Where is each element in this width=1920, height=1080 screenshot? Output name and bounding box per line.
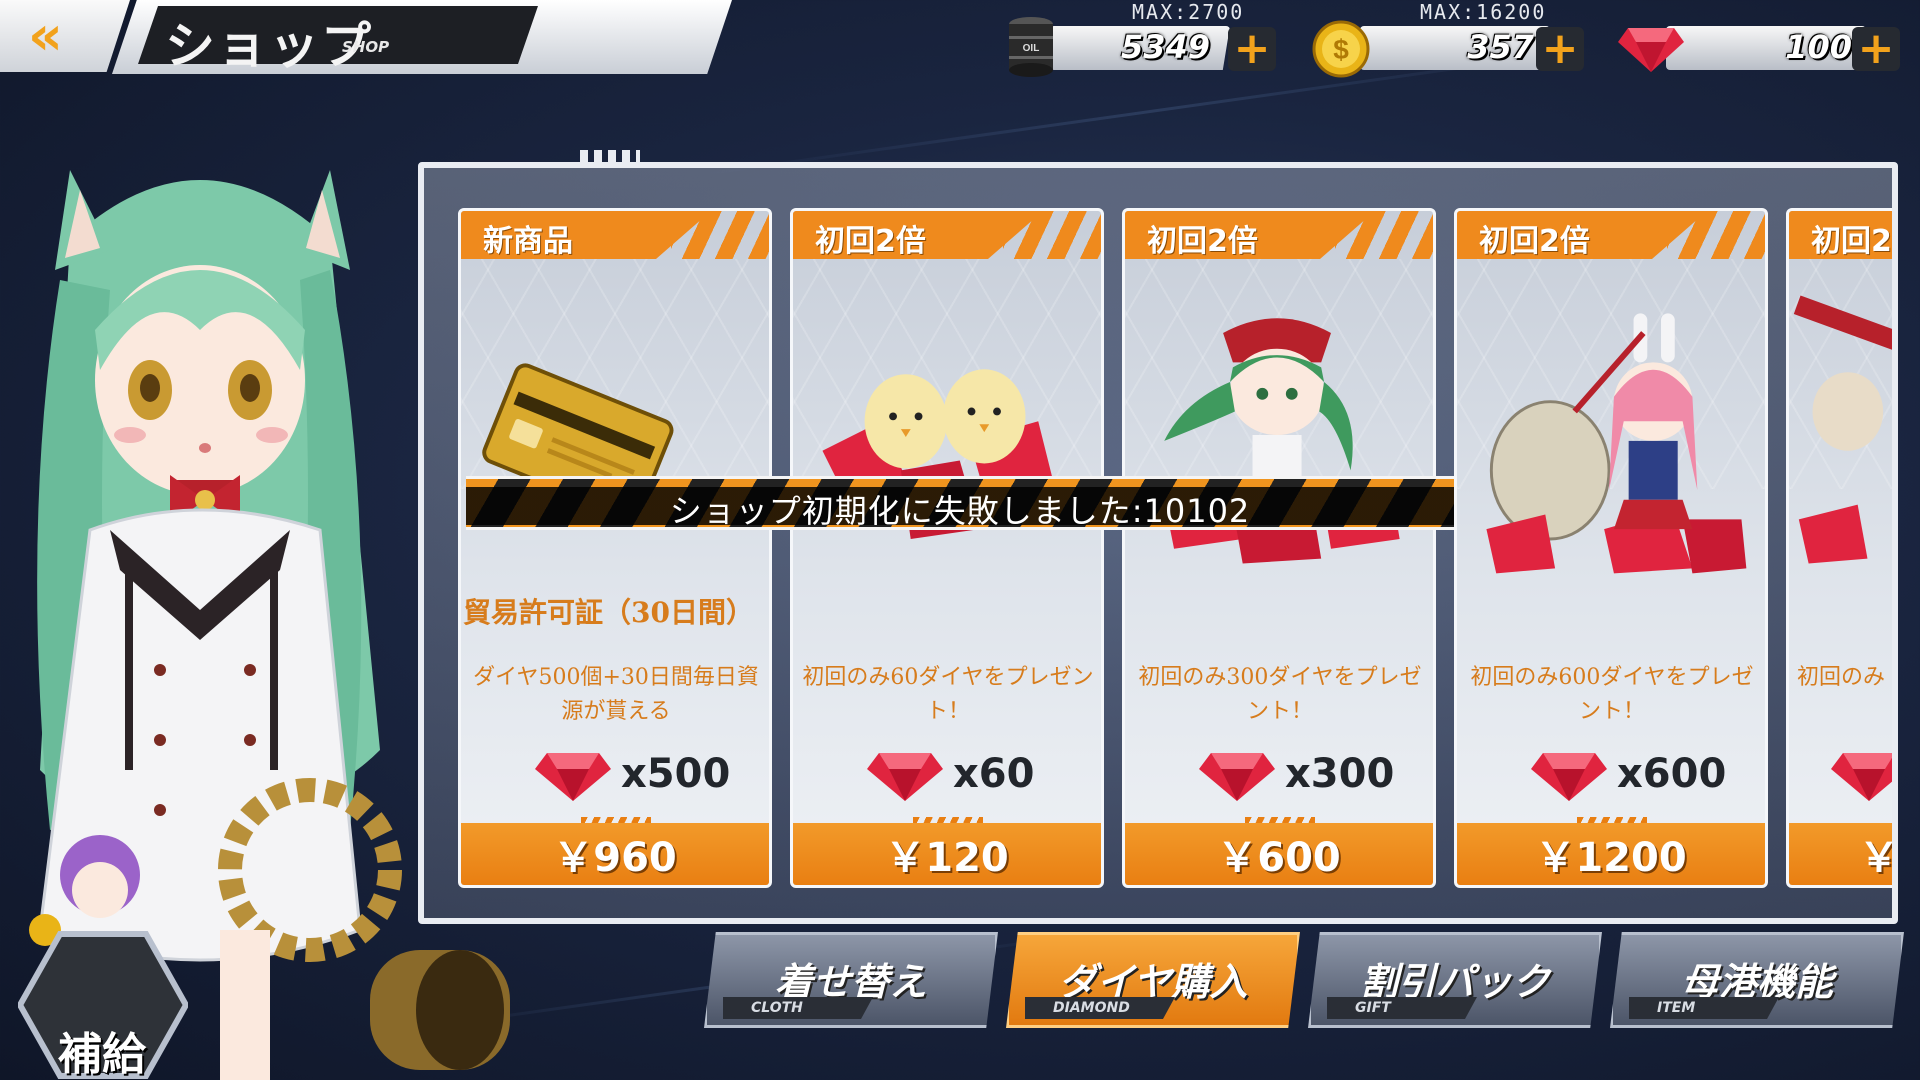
buy-price-button[interactable]: ￥1200 [1457, 823, 1765, 885]
tab-gift[interactable]: 割引パック GIFT [1308, 932, 1602, 1028]
shop-panel: 新商品 貿易許可証（30日間） ダイヤ500個+30日間毎日資源が貰える x50… [418, 162, 1898, 924]
card-description: 初回のみ600ダイヤをプレゼント！ [1470, 665, 1754, 724]
card-tag: 新商品 [483, 224, 573, 259]
error-toast-message: ショップ初期化に失敗しました:10102 [669, 492, 1251, 530]
card-description: 初回のみ60ダイヤをプレゼント！ [802, 665, 1094, 724]
card-tag-stripes [1667, 211, 1765, 259]
oil-barrel-icon: OIL [1009, 17, 1053, 77]
red-diamond-icon [1618, 28, 1684, 72]
product-card[interactable]: 新商品 貿易許可証（30日間） ダイヤ500個+30日間毎日資源が貰える x50… [458, 208, 772, 888]
card-description: 初回のみ300ダイヤをプレゼント！ [1138, 665, 1422, 724]
tab-sublabel: CLOTH [723, 997, 873, 1019]
buy-price-button[interactable]: ￥960 [461, 823, 769, 885]
supply-button[interactable]: 補給 [18, 930, 188, 1080]
diamond-value: 100 [1785, 28, 1852, 66]
back-button[interactable]: « [0, 0, 130, 72]
top-bar: « ショップ SHOP MAX:2700 5349 + OIL MAX:1620… [0, 0, 1920, 80]
card-tag-stripes [1003, 211, 1101, 259]
tab-sublabel: GIFT [1327, 997, 1477, 1019]
tab-cloth[interactable]: 着せ替え CLOTH [704, 932, 998, 1028]
tab-item[interactable]: 母港機能 ITEM [1610, 932, 1904, 1028]
error-toast: ショップ初期化に失敗しました:10102 [466, 476, 1454, 530]
double-chevron-left-icon: « [28, 4, 63, 67]
chibi-girl-diamonds-illustration [1164, 318, 1400, 564]
product-card[interactable]: 初回2倍 初回のみ300ダイヤをプレゼント！ x300 ￥600 [1122, 208, 1436, 888]
chibi-girl-diamonds-illustration [1793, 295, 1892, 564]
card-tag-stripes [1335, 211, 1433, 259]
diamond-quantity: x600 [1617, 751, 1727, 797]
red-diamond-icon [1531, 753, 1607, 801]
card-description: 初回のみ [1797, 665, 1886, 690]
gold-coin-icon: $ [1312, 20, 1370, 78]
svg-text:OIL: OIL [1023, 43, 1040, 54]
card-description: ダイヤ500個+30日間毎日資源が貰える [473, 665, 759, 724]
resource-gold: MAX:16200 357 + $ [1310, 0, 1610, 80]
bunny-girl-diamonds-illustration [1486, 313, 1747, 574]
oil-value: 5349 [1120, 28, 1210, 66]
buy-price-button[interactable]: ￥600 [1125, 823, 1433, 885]
chick-diamonds-illustration [822, 369, 1058, 539]
card-tag: 初回2 [1811, 224, 1892, 259]
buy-price-button[interactable]: ￥ [1789, 823, 1892, 885]
tab-sublabel: ITEM [1629, 997, 1779, 1019]
oil-max-label: MAX:2700 [1132, 0, 1245, 24]
product-card[interactable]: 初回2倍 初回のみ600ダイヤをプレゼント！ x600 ￥1200 [1454, 208, 1768, 888]
red-diamond-icon [1831, 753, 1892, 801]
supply-label: 補給 [58, 1029, 146, 1080]
red-diamond-icon [1199, 753, 1275, 801]
card-tag: 初回2倍 [1147, 224, 1258, 259]
add-gold-button[interactable]: + [1536, 27, 1584, 71]
red-diamond-icon [867, 753, 943, 801]
card-title: 貿易許可証（30日間） [463, 596, 754, 629]
add-diamond-button[interactable]: + [1852, 27, 1900, 71]
diamond-quantity: x500 [621, 751, 731, 797]
card-tag: 初回2倍 [815, 224, 926, 259]
diamond-quantity: x60 [953, 751, 1035, 797]
gold-max-label: MAX:16200 [1420, 0, 1547, 24]
tab-sublabel: DIAMOND [1025, 997, 1175, 1019]
gold-value: 357 [1467, 28, 1534, 66]
product-card[interactable]: 初回2 初回のみ ￥ [1786, 208, 1892, 888]
buy-price-button[interactable]: ￥120 [793, 823, 1101, 885]
add-oil-button[interactable]: + [1228, 27, 1276, 71]
resource-diamond: 100 + [1616, 0, 1920, 80]
panel-deco-stripes [580, 150, 640, 162]
trade-license-card-icon [482, 363, 674, 520]
svg-text:$: $ [1333, 34, 1349, 65]
red-diamond-icon [535, 753, 611, 801]
resource-oil: MAX:2700 5349 + OIL [1000, 0, 1290, 80]
page-subtitle: SHOP [342, 38, 390, 56]
card-tag: 初回2倍 [1479, 224, 1590, 259]
product-card[interactable]: 初回2倍 初回のみ60ダイヤをプレゼント！ x60 ￥120 [790, 208, 1104, 888]
tab-diamond[interactable]: ダイヤ購入 DIAMOND [1006, 932, 1300, 1028]
card-tag-stripes [671, 211, 769, 259]
diamond-quantity: x300 [1285, 751, 1395, 797]
